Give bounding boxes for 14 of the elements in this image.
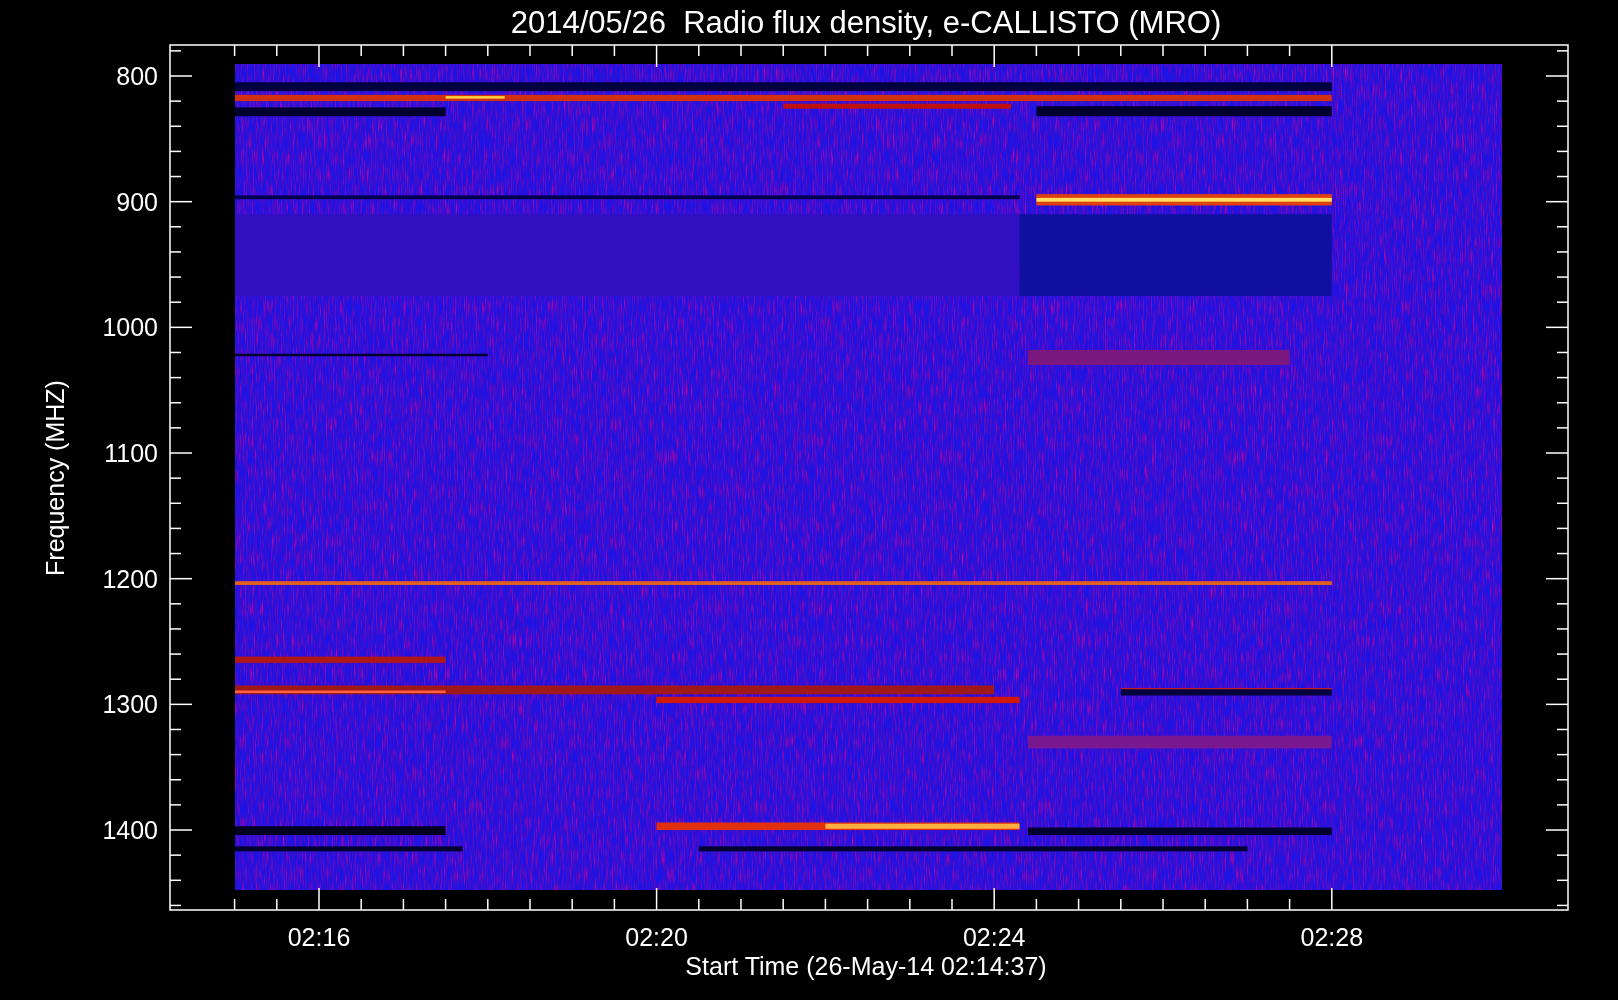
x-tick-label: 02:16 [287,923,351,951]
x-tick-label: 02:28 [1300,923,1364,951]
plot-title: 2014/05/26 Radio flux density, e-CALLISTO (MRO) [510,5,1222,40]
axis-title: Start Time (26-May-14 02:14:37) [685,952,1047,980]
x-tick-label: 02:20 [625,923,688,951]
y-tick-label: 1300 [102,690,158,719]
y-tick-label: 900 [116,187,158,216]
x-tick-label: 02:24 [962,923,1026,951]
y-tick-label: 800 [116,62,158,90]
y-tick-label: 1400 [102,816,158,844]
y-tick-label: 1100 [104,439,158,467]
axis-title: Frequency (MHZ) [41,380,69,576]
y-tick-label: 1000 [102,313,158,342]
y-tick-label: 1200 [102,564,158,593]
